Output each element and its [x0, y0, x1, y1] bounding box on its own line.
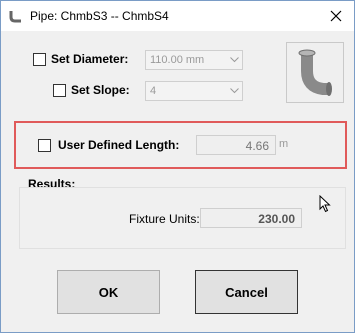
slope-select[interactable]: 4: [145, 81, 243, 101]
window-title: Pipe: ChmbS3 -- ChmbS4: [30, 9, 169, 23]
length-unit: m: [279, 138, 289, 150]
cancel-button[interactable]: Cancel: [195, 270, 298, 314]
ok-button[interactable]: OK: [57, 270, 160, 314]
chevron-down-icon: [230, 88, 239, 94]
pipe-app-icon: [9, 11, 21, 23]
diameter-value: 110.00 mm: [150, 54, 205, 66]
fixture-units-label: Fixture Units:: [129, 212, 200, 226]
diameter-select[interactable]: 110.00 mm: [145, 50, 243, 70]
pipe-preview: [286, 42, 344, 103]
length-field[interactable]: 4.66: [196, 135, 276, 155]
title-bar: Pipe: ChmbS3 -- ChmbS4: [1, 1, 354, 31]
user-defined-length-label: User Defined Length:: [58, 138, 180, 152]
fixture-units-field: 230.00: [200, 208, 302, 228]
close-icon[interactable]: [328, 8, 344, 24]
set-diameter-label: Set Diameter:: [51, 52, 129, 66]
set-diameter-checkbox[interactable]: [33, 53, 46, 66]
pipe-elbow-icon: [298, 49, 332, 96]
mouse-cursor-icon: [319, 195, 331, 213]
set-slope-checkbox[interactable]: [53, 84, 66, 97]
chevron-down-icon: [230, 57, 239, 63]
set-slope-label: Set Slope:: [71, 83, 130, 97]
user-defined-length-checkbox[interactable]: [38, 139, 51, 152]
slope-value: 4: [150, 85, 157, 97]
dialog-window: Pipe: ChmbS3 -- ChmbS4 Set Diameter: 110…: [0, 0, 355, 333]
